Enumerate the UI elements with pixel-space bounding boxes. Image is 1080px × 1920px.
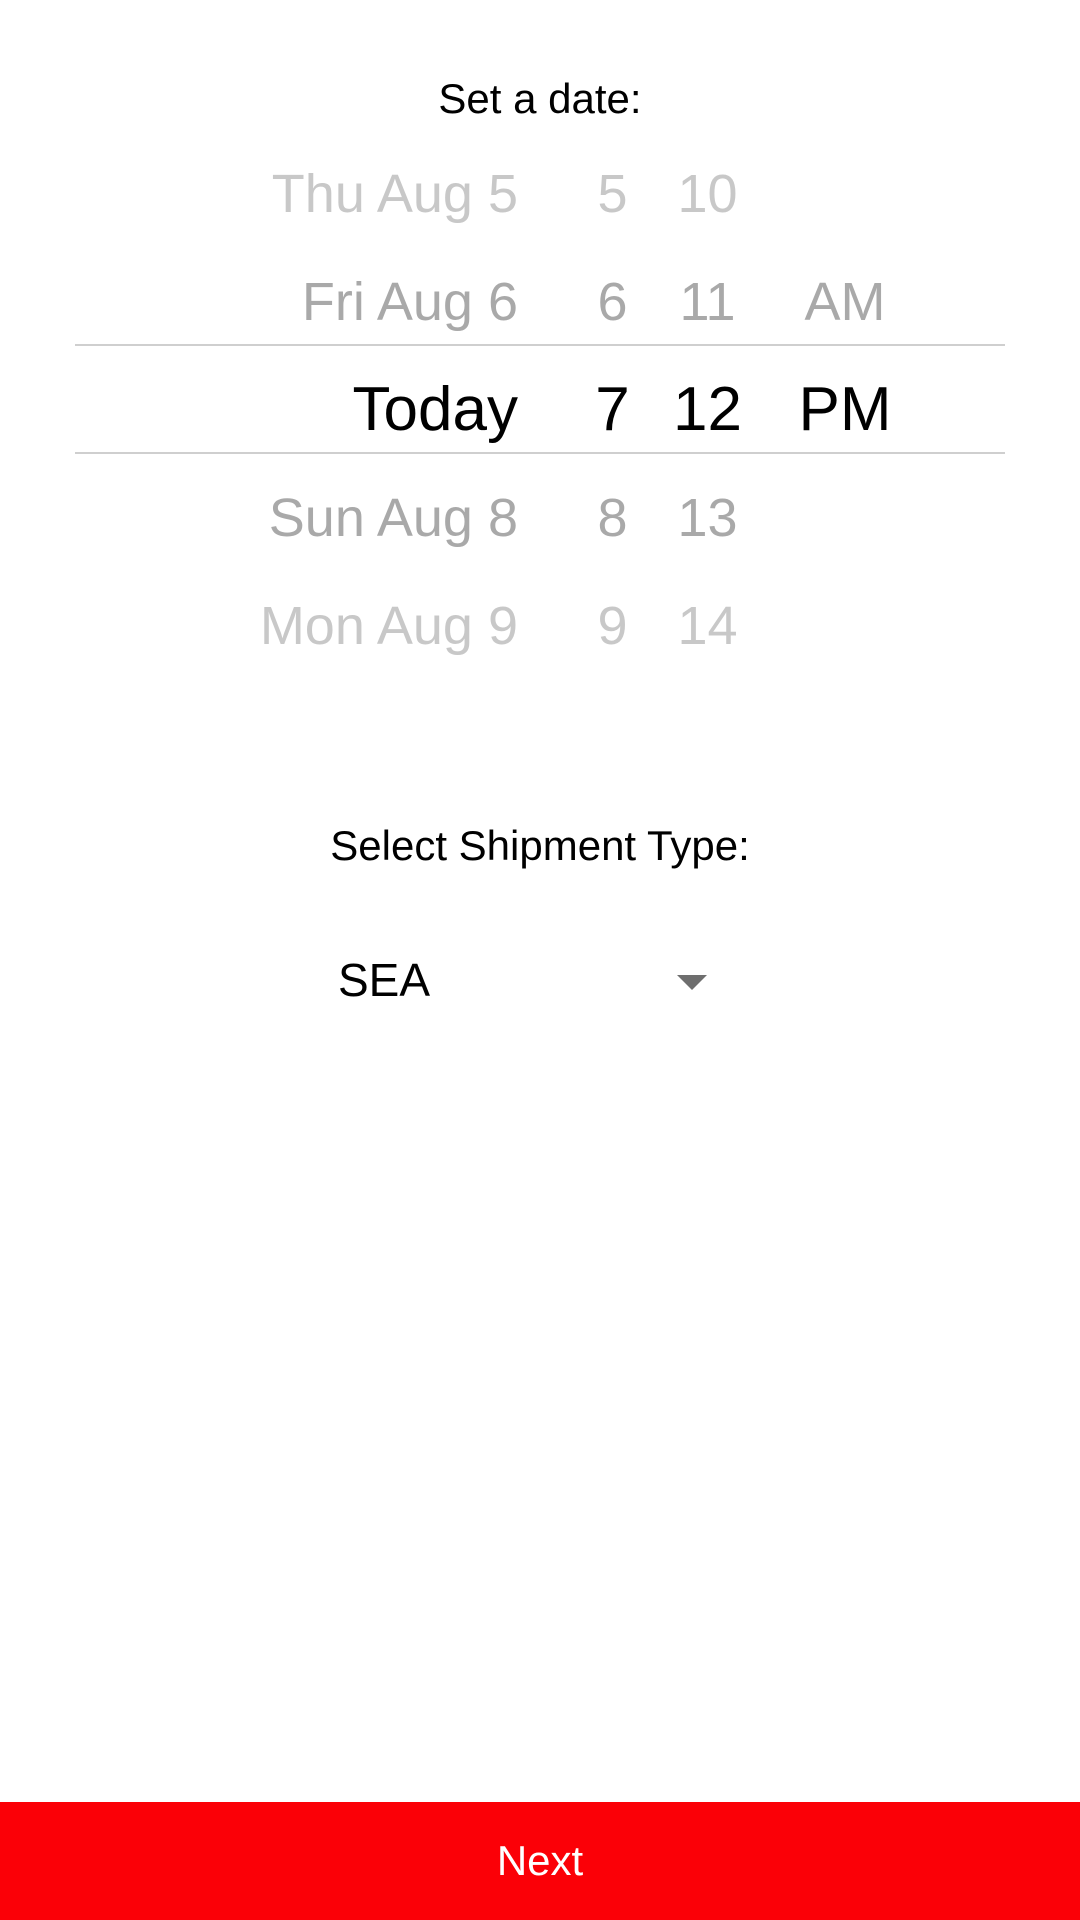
minute-option-selected[interactable]: 12	[660, 356, 755, 464]
set-date-label: Set a date:	[438, 75, 642, 122]
shipment-type-value: SEA	[338, 954, 431, 1006]
dropdown-arrow-icon	[677, 975, 707, 990]
shipment-type-dropdown[interactable]: SEA	[330, 940, 720, 1020]
hour-option[interactable]: 8	[575, 464, 650, 572]
date-time-picker[interactable]: Thu Aug 5 Fri Aug 6 Today Sun Aug 8 Mon …	[0, 140, 1080, 680]
date-option[interactable]: Fri Aug 6	[302, 248, 518, 356]
shipment-type-label: Select Shipment Type:	[330, 822, 750, 869]
ampm-option-selected[interactable]: PM	[780, 356, 910, 464]
date-option[interactable]: Sun Aug 8	[269, 464, 518, 572]
date-option-selected[interactable]: Today	[353, 356, 518, 464]
minute-option[interactable]: 10	[660, 140, 755, 248]
date-option[interactable]: Mon Aug 9	[260, 572, 518, 680]
hour-option[interactable]: 5	[575, 140, 650, 248]
hour-option[interactable]: 9	[575, 572, 650, 680]
date-shipment-screen: Set a date: Thu Aug 5 Fri Aug 6 Today Su…	[0, 0, 1080, 1920]
ampm-option[interactable]: AM	[780, 248, 910, 356]
date-option[interactable]: Thu Aug 5	[272, 140, 518, 248]
hour-option-selected[interactable]: 7	[575, 356, 650, 464]
minute-option[interactable]: 11	[660, 248, 755, 356]
minute-option[interactable]: 13	[660, 464, 755, 572]
minute-option[interactable]: 14	[660, 572, 755, 680]
next-button[interactable]: Next	[0, 1802, 1080, 1920]
hour-option[interactable]: 6	[575, 248, 650, 356]
